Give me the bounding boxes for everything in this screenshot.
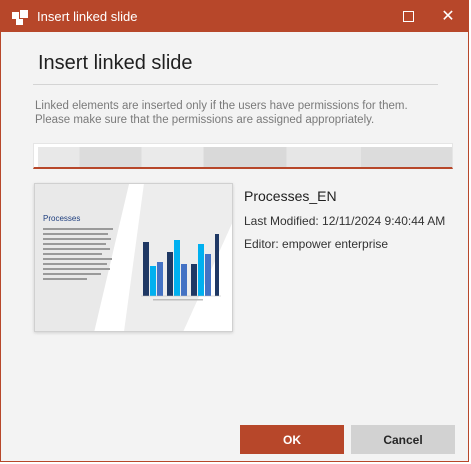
thumbnail-bar-chart: [141, 234, 221, 301]
heading-divider: [33, 84, 438, 85]
thumb-bar: [181, 264, 187, 296]
thumbnail-text-lines: [43, 228, 117, 283]
thumb-bar: [215, 234, 219, 296]
window-title: Insert linked slide: [37, 9, 138, 24]
close-icon: ✕: [441, 7, 455, 25]
permissions-notice: Linked elements are inserted only if the…: [35, 100, 408, 126]
title-bar[interactable]: Insert linked slide ✕: [1, 1, 468, 32]
close-button[interactable]: ✕: [428, 1, 468, 32]
cancel-button[interactable]: Cancel: [351, 425, 455, 454]
thumb-bar: [143, 242, 149, 296]
thumb-bar: [167, 252, 173, 296]
ok-button[interactable]: OK: [240, 425, 344, 454]
maximize-button[interactable]: [388, 1, 428, 32]
thumb-bar: [174, 240, 180, 296]
slide-last-modified: Last Modified: 12/11/2024 9:40:44 AM: [244, 214, 446, 228]
search-input[interactable]: [38, 147, 452, 167]
thumb-bar: [150, 266, 156, 296]
slide-name: Processes_EN: [244, 188, 337, 204]
thumb-bar: [198, 244, 204, 296]
thumb-bar: [205, 254, 211, 296]
app-logo-icon: [12, 10, 28, 25]
maximize-icon: [402, 11, 414, 22]
dialog-window: Insert linked slide ✕ Insert linked slid…: [0, 0, 469, 462]
thumb-bar: [191, 264, 197, 296]
thumbnail-title: Processes: [43, 214, 81, 223]
search-field[interactable]: [33, 143, 453, 169]
slide-thumbnail[interactable]: Processes: [34, 183, 233, 332]
thumb-bar: [157, 262, 163, 296]
dialog-heading: Insert linked slide: [38, 52, 193, 74]
slide-editor: Editor: empower enterprise: [244, 237, 389, 251]
